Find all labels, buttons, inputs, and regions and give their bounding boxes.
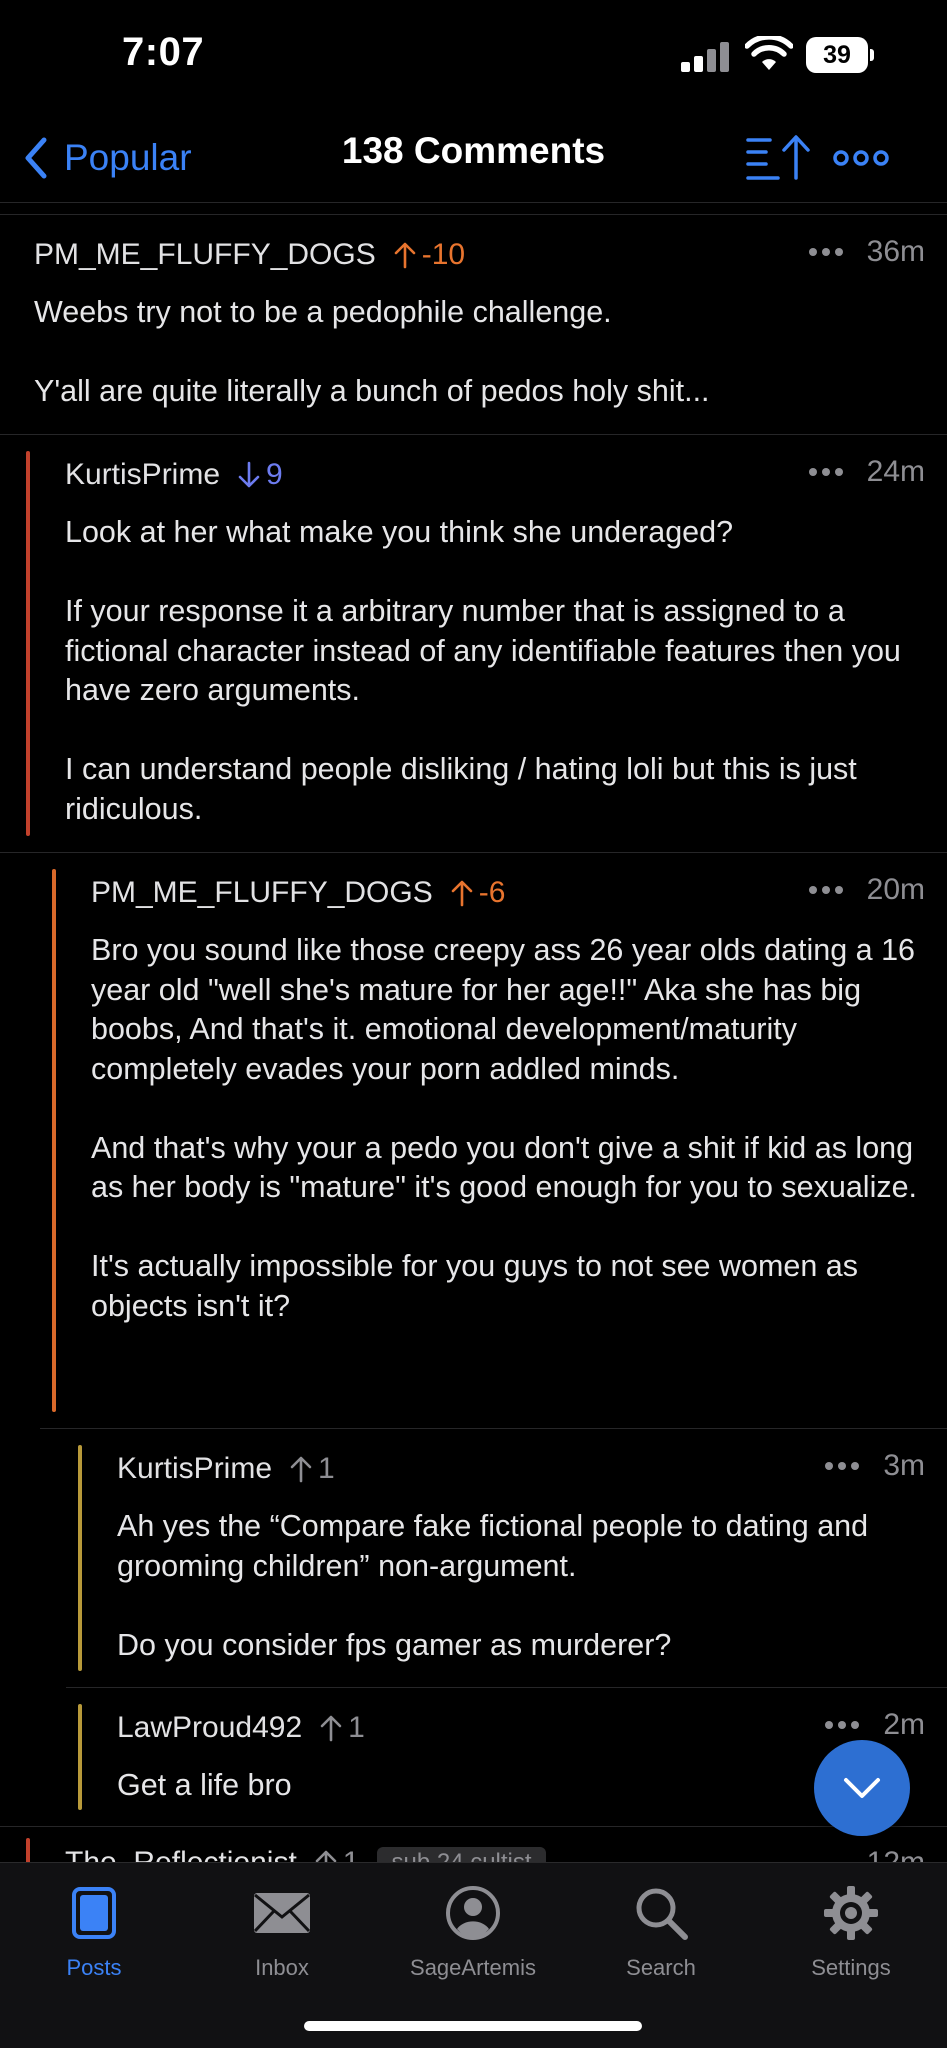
comment-body: Ah yes the “Compare fake fictional peopl… [117, 1509, 869, 1662]
comment-age: 3m [883, 1449, 925, 1482]
comment[interactable]: LawProud492 1 2m Get a life bro [0, 1688, 947, 1826]
wifi-icon [745, 36, 793, 70]
arrow-up-icon [320, 1715, 342, 1742]
home-indicator[interactable] [304, 2021, 642, 2031]
thread-depth-bar [52, 869, 56, 1412]
comment-author[interactable]: PM_ME_FLUFFY_DOGS [34, 238, 376, 272]
tab-label: SageArtemis [410, 1955, 536, 1980]
battery-level: 39 [806, 37, 868, 73]
comment-author[interactable]: KurtisPrime [65, 458, 220, 492]
tab-label: Posts [66, 1955, 122, 1980]
nav-bar: Popular 138 Comments [0, 112, 947, 204]
comment[interactable]: KurtisPrime 9 24m Look at her what make … [0, 435, 947, 852]
tab-search[interactable]: Search [581, 1877, 741, 1981]
comment-more-icon[interactable] [825, 1721, 860, 1729]
vote-score: 1 [320, 1711, 365, 1745]
status-bar: 7:07 39 [0, 0, 947, 112]
tab-label: Inbox [255, 1955, 309, 1980]
comment-age: 24m [866, 455, 925, 488]
envelope-icon [253, 1893, 311, 1933]
comment-more-icon[interactable] [808, 468, 843, 476]
tab-settings[interactable]: Settings [771, 1877, 931, 1981]
thread-depth-bar [78, 1445, 82, 1671]
comment-body: Weebs try not to be a pedophile challeng… [34, 295, 710, 408]
next-comment-button[interactable] [814, 1740, 910, 1836]
more-options-icon[interactable] [832, 140, 890, 176]
chevron-down-icon [844, 1778, 880, 1798]
thread-depth-bar [26, 451, 30, 836]
tab-account[interactable]: SageArtemis [393, 1877, 553, 1981]
arrow-up-icon [315, 1850, 337, 1862]
arrow-up-icon [290, 1456, 312, 1483]
comment-body: Bro you sound like those creepy ass 26 y… [91, 933, 918, 1323]
arrow-up-icon [394, 242, 416, 269]
comment-age: 36m [866, 235, 925, 268]
tab-label: Search [626, 1955, 696, 1980]
arrow-down-icon [238, 461, 260, 488]
vote-score: 1 [290, 1452, 335, 1486]
account-icon [446, 1886, 500, 1940]
vote-score: -10 [394, 238, 465, 272]
comment-more-icon[interactable] [808, 248, 843, 256]
battery-icon: 39 [806, 37, 874, 73]
comment-partial[interactable]: The_Reflectionist 1 sub 24 cultist 12m [0, 1828, 947, 1862]
posts-icon [72, 1887, 116, 1939]
comment-age: 2m [883, 1708, 925, 1741]
comment-author[interactable]: PM_ME_FLUFFY_DOGS [91, 876, 433, 910]
comment-more-icon[interactable] [808, 886, 843, 894]
vote-score: 1 [315, 1846, 359, 1862]
tab-posts[interactable]: Posts [14, 1877, 174, 1981]
comment-body: Look at her what make you think she unde… [65, 515, 901, 826]
thread-depth-bar [78, 1704, 82, 1810]
search-icon [636, 1888, 688, 1940]
comment[interactable]: PM_ME_FLUFFY_DOGS -6 20m Bro you sound l… [0, 853, 947, 1428]
gear-icon [824, 1886, 878, 1940]
cellular-signal-icon [681, 42, 731, 72]
comment[interactable]: KurtisPrime 1 3m Ah yes the “Compare fak… [0, 1429, 947, 1687]
status-time: 7:07 [122, 30, 205, 74]
comment-body: Get a life bro [117, 1768, 292, 1802]
comment-author[interactable]: The_Reflectionist [65, 1846, 297, 1862]
comment-age: 12m [867, 1846, 925, 1862]
comment-author[interactable]: KurtisPrime [117, 1452, 272, 1486]
comment-age: 20m [866, 873, 925, 906]
sort-icon[interactable] [744, 132, 814, 184]
vote-score: 9 [238, 458, 283, 492]
comment[interactable]: PM_ME_FLUFFY_DOGS -10 36m Weebs try not … [0, 215, 947, 434]
vote-score: -6 [451, 876, 505, 910]
user-flair: sub 24 cultist [377, 1847, 546, 1862]
tab-label: Settings [811, 1955, 891, 1980]
comment-author[interactable]: LawProud492 [117, 1711, 302, 1745]
arrow-up-icon [451, 880, 473, 907]
tab-inbox[interactable]: Inbox [202, 1877, 362, 1981]
comment-more-icon[interactable] [825, 1462, 860, 1470]
